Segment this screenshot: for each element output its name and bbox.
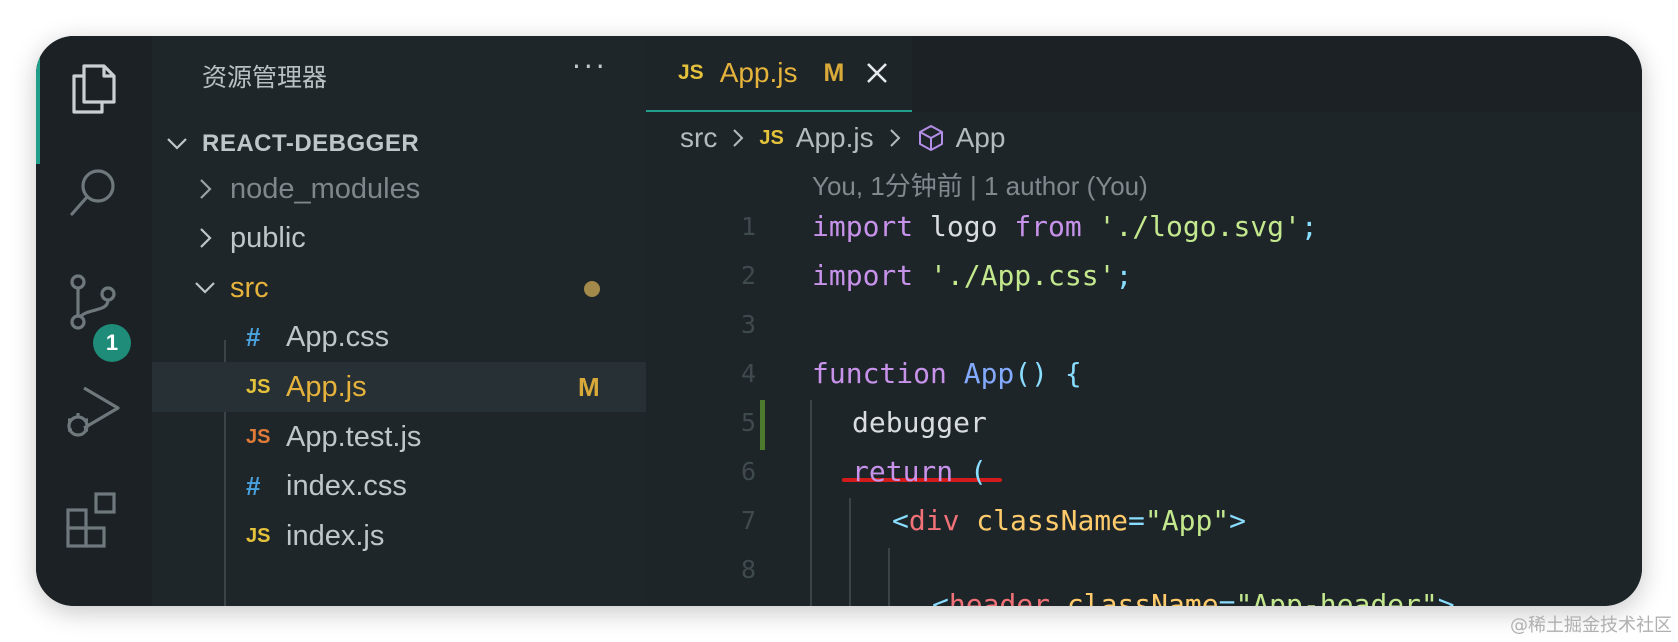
code-token: from: [1014, 210, 1082, 243]
indent-guide: [810, 400, 812, 606]
more-actions-button[interactable]: ···: [572, 50, 608, 83]
code-token: (): [1014, 357, 1049, 390]
js-file-icon: JS: [246, 524, 271, 547]
tree-item-label: App.js: [286, 370, 367, 403]
tree-item-label: App.test.js: [286, 420, 422, 453]
code-token: =: [1128, 504, 1145, 537]
code-token: './App.css': [930, 259, 1116, 292]
line-number: 4: [740, 359, 756, 388]
code-token: header: [948, 588, 1051, 606]
tree-item-label: node_modules: [230, 172, 421, 205]
indent-guide: [888, 548, 890, 606]
css-file-icon: #: [246, 321, 261, 352]
line-number: 5: [740, 408, 756, 437]
tree-item-public[interactable]: public: [152, 213, 646, 263]
project-header[interactable]: REACT-DEBGGER: [164, 124, 419, 164]
tree-item-src[interactable]: src: [152, 263, 646, 313]
run-debug-icon[interactable]: [62, 380, 126, 444]
chevron-right-icon: [200, 179, 212, 199]
code-line-1: import logo from './logo.svg';: [812, 210, 1318, 243]
line-number: 7: [740, 506, 756, 535]
js-test-file-icon: JS: [246, 425, 271, 448]
debugger-statement: debugger: [852, 406, 987, 439]
extensions-icon[interactable]: [62, 488, 126, 552]
tree-item-label: index.js: [286, 519, 385, 552]
code-token: "App-header": [1235, 588, 1438, 606]
git-modified-gutter: [760, 400, 765, 450]
editor-area: JS App.js M src JS App.js App You, 1分钟前 …: [646, 36, 1642, 606]
code-token: div: [908, 504, 960, 537]
code-token: >: [1229, 504, 1247, 537]
line-number: 2: [740, 261, 756, 290]
activity-bar: 1: [36, 36, 152, 606]
modified-dot: [584, 281, 600, 297]
css-file-icon: #: [246, 470, 261, 501]
tree-item-index-css[interactable]: # index.css: [152, 461, 646, 511]
tree-item-app-css[interactable]: # App.css: [152, 312, 646, 362]
tree-item-app-js[interactable]: JS App.js M: [152, 362, 646, 412]
code-token: (: [970, 455, 987, 488]
code-token: ;: [1300, 210, 1318, 243]
code-editor[interactable]: 1 2 3 4 5 6 7 8 import logo from './logo…: [646, 36, 1642, 606]
line-number: 3: [740, 310, 756, 339]
tree-item-node-modules[interactable]: node_modules: [152, 164, 646, 214]
code-token: className: [976, 504, 1129, 537]
code-line-4: function App() {: [812, 357, 1082, 390]
code-token: App: [963, 357, 1015, 390]
code-token: function: [812, 357, 947, 390]
code-token: {: [1064, 357, 1082, 390]
code-token: <: [932, 588, 949, 606]
tree-item-index-js[interactable]: JS index.js: [152, 511, 646, 561]
files-icon[interactable]: [62, 56, 126, 120]
code-line-8: <header className="App-header">: [932, 588, 1455, 606]
vscode-window: 1 资源管理器 ··· REACT-DEBGGER node_modules p…: [36, 36, 1642, 606]
chevron-down-icon: [167, 138, 187, 150]
explorer-title: 资源管理器: [202, 63, 328, 92]
code-token: return: [852, 455, 954, 488]
code-line-6: return (: [852, 455, 987, 488]
active-indicator: [36, 58, 40, 164]
code-token: './logo.svg': [1098, 210, 1301, 243]
indent-guide: [849, 498, 851, 606]
explorer-sidebar: 资源管理器 ··· REACT-DEBGGER node_modules pub…: [152, 36, 646, 606]
chevron-down-icon: [195, 282, 215, 294]
search-icon[interactable]: [62, 160, 126, 224]
code-token: logo: [913, 210, 1015, 243]
line-number: 1: [740, 212, 756, 241]
tree-item-label: src: [230, 271, 269, 304]
modified-badge: M: [578, 371, 600, 402]
tree-item-label: index.css: [286, 469, 407, 502]
code-line-2: import './App.css';: [812, 259, 1132, 292]
code-line-5: debugger: [852, 406, 987, 439]
code-line-7: <div className="App">: [892, 504, 1246, 537]
code-token: className: [1066, 588, 1219, 606]
scm-count-badge: 1: [93, 324, 131, 362]
code-token: import: [812, 259, 914, 292]
line-number: 6: [740, 457, 756, 486]
watermark: @稀土掘金技术社区: [1510, 615, 1672, 636]
chevron-right-icon: [200, 228, 212, 248]
line-number: 8: [740, 555, 756, 584]
code-token: <: [892, 504, 909, 537]
code-token: import: [812, 210, 914, 243]
code-token: =: [1218, 588, 1236, 606]
code-token: "App": [1144, 504, 1230, 537]
tree-item-app-test-js[interactable]: JS App.test.js: [152, 412, 646, 462]
project-name: REACT-DEBGGER: [202, 130, 420, 157]
code-token: >: [1437, 588, 1455, 606]
js-file-icon: JS: [246, 375, 271, 398]
code-token: ;: [1115, 259, 1133, 292]
tree-item-label: App.css: [286, 320, 390, 353]
tree-item-label: public: [230, 221, 306, 254]
